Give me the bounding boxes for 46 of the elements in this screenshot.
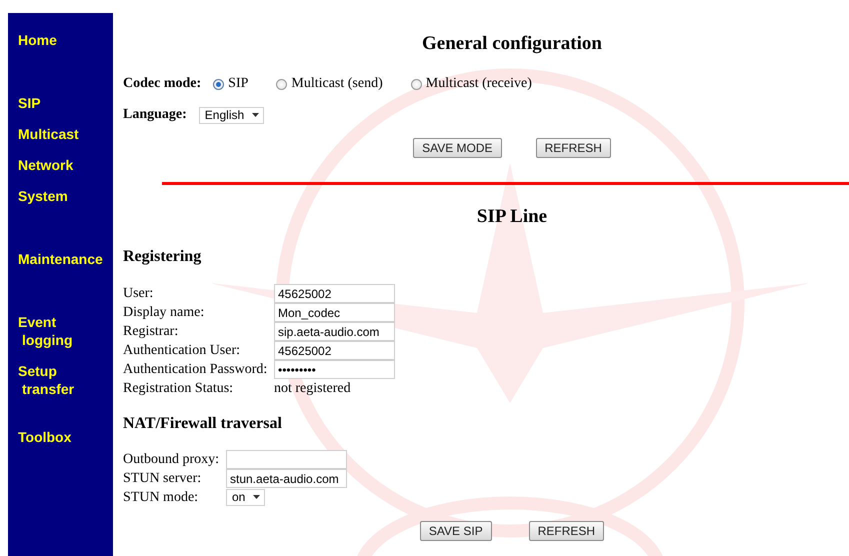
section-title: General configuration [422, 33, 602, 55]
subsection-heading: Registering [123, 247, 202, 267]
mode-dropdown[interactable]: on [226, 488, 266, 506]
nav-link[interactable]: SIP [18, 94, 104, 112]
field-label: Registration Status: [123, 380, 234, 396]
save-button[interactable]: SAVE SIP [420, 521, 492, 541]
radio-option[interactable]: Multicast (receive) [410, 76, 532, 92]
refresh-button[interactable]: REFRESH [528, 521, 604, 541]
nav-link[interactable]: Multicast [18, 125, 104, 143]
input-field[interactable]: stun.aeta-audio.com [226, 469, 347, 488]
refresh-button[interactable]: REFRESH [536, 138, 611, 158]
field-label: STUN server: [123, 470, 202, 486]
nav-link[interactable]: Network [18, 156, 104, 174]
save-button[interactable]: SAVE MODE [413, 138, 502, 158]
nav-link[interactable]: Home [18, 31, 104, 49]
field-label: Display name: [123, 304, 206, 320]
nav-link[interactable]: Maintenance [18, 250, 104, 268]
input-field[interactable]: sip.aeta-audio.com [274, 322, 395, 341]
input-field[interactable] [226, 450, 347, 469]
section-title: SIP Line [476, 206, 548, 228]
input-field[interactable]: ••••••••• [274, 360, 395, 379]
field-label: Registrar: [123, 324, 180, 340]
language-dropdown[interactable]: English [198, 106, 264, 124]
radio-option[interactable]: Multicast (send) [276, 76, 383, 92]
field-label: Codec mode: [123, 76, 202, 92]
nav-link[interactable]: System [18, 187, 104, 205]
nav-link[interactable]: Event logging [18, 313, 92, 349]
radio-option[interactable]: SIP [213, 76, 248, 92]
field-label: Outbound proxy: [123, 452, 220, 468]
radio-button[interactable] [213, 78, 224, 90]
input-field[interactable]: Mon_codec [274, 303, 395, 322]
subsection-heading: NAT/Firewall traversal [123, 414, 282, 434]
field-label: Authentication Password: [123, 362, 268, 378]
nav-link[interactable]: Setup transfer [18, 362, 92, 398]
status-text: not registered [274, 380, 351, 396]
nav-link[interactable]: Toolbox [18, 428, 104, 446]
input-field[interactable]: 45625002 [274, 284, 395, 303]
input-field[interactable]: 45625002 [274, 341, 395, 360]
field-label: User: [123, 286, 154, 302]
radio-button[interactable] [410, 78, 422, 90]
caret-icon [253, 495, 260, 500]
field-label: Authentication User: [123, 342, 242, 358]
field-label: STUN mode: [123, 490, 200, 506]
caret-icon [252, 113, 260, 117]
field-label: Language: [123, 107, 187, 123]
radio-button[interactable] [276, 78, 288, 90]
